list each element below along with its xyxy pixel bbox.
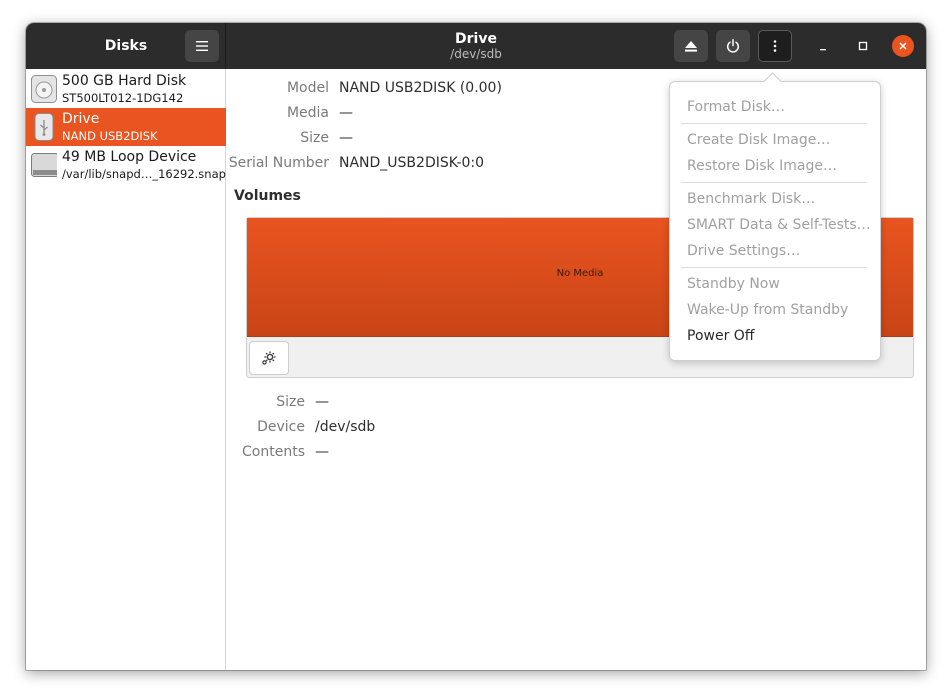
sidebar-item-hard-disk[interactable]: 500 GB Hard Disk ST500LT012-1DG142 — [26, 70, 226, 108]
volume-device-label: Device — [257, 419, 305, 435]
sidebar-item-name: Drive — [62, 111, 100, 127]
volumes-heading: Volumes — [234, 188, 301, 204]
drive-title-block: Drive /dev/sdb — [226, 31, 726, 62]
model-label: Model — [286, 80, 329, 96]
drive-subtitle: /dev/sdb — [450, 47, 502, 61]
vertical-dots-icon — [773, 40, 777, 52]
volume-contents-label: Contents — [242, 444, 305, 460]
power-icon — [726, 39, 740, 53]
close-button[interactable] — [892, 35, 914, 57]
menu-item-benchmark-disk[interactable]: Benchmark Disk… — [687, 191, 815, 207]
sidebar-item-drive[interactable]: Drive NAND USB2DISK — [26, 108, 226, 146]
volume-property-labels: Size Device Contents — [227, 379, 305, 460]
menu-separator — [681, 267, 867, 268]
menu-separator — [681, 123, 867, 124]
serial-number-label: Serial Number — [228, 155, 329, 171]
menu-item-wake-up[interactable]: Wake-Up from Standby — [687, 302, 848, 318]
sidebar-item-subtitle: NAND USB2DISK — [62, 129, 158, 143]
hamburger-icon — [196, 41, 208, 51]
drive-options-button[interactable] — [758, 30, 792, 62]
size-value: — — [339, 130, 353, 146]
volume-device-value: /dev/sdb — [315, 419, 376, 435]
drive-options-menu: Format Disk… Create Disk Image… Restore … — [669, 81, 881, 361]
eject-button[interactable] — [674, 30, 708, 62]
sidebar-item-name: 500 GB Hard Disk — [62, 73, 187, 89]
sidebar-item-loop-device[interactable]: 49 MB Loop Device /var/lib/snapd…_16292.… — [26, 146, 226, 184]
menu-item-smart-data[interactable]: SMART Data & Self-Tests… — [687, 217, 871, 233]
model-value: NAND USB2DISK (0.00) — [339, 80, 502, 96]
drive-title: Drive — [455, 31, 497, 47]
sidebar-item-subtitle: /var/lib/snapd…_16292.snap — [62, 167, 226, 181]
header-bar: Disks Drive /dev/sdb — [26, 23, 926, 69]
menu-item-create-disk-image[interactable]: Create Disk Image… — [687, 132, 830, 148]
maximize-icon — [858, 41, 868, 51]
gear-icon — [262, 351, 276, 365]
size-label: Size — [300, 130, 329, 146]
sidebar-header: Disks — [26, 23, 226, 69]
usb-drive-icon — [34, 113, 54, 141]
power-button[interactable] — [716, 30, 750, 62]
drive-property-labels: Model Media Size Serial Number — [227, 69, 329, 189]
hard-disk-icon — [31, 75, 57, 103]
menu-item-power-off[interactable]: Power Off — [687, 328, 754, 344]
volume-property-values: — /dev/sdb — — [315, 379, 515, 460]
menu-item-format-disk[interactable]: Format Disk… — [687, 99, 785, 115]
close-icon — [899, 42, 907, 50]
media-value: — — [339, 105, 353, 121]
volume-contents-value: — — [315, 444, 329, 460]
sidebar-item-subtitle: ST500LT012-1DG142 — [62, 91, 184, 105]
volume-options-button[interactable] — [249, 341, 289, 375]
menu-separator — [681, 182, 867, 183]
menu-item-restore-disk-image[interactable]: Restore Disk Image… — [687, 158, 837, 174]
media-label: Media — [286, 105, 329, 121]
minimize-button[interactable] — [812, 35, 834, 57]
maximize-button[interactable] — [852, 35, 874, 57]
menu-item-standby-now[interactable]: Standby Now — [687, 276, 780, 292]
disks-window: Disks Drive /dev/sdb 500 GB Hard Disk ST… — [26, 23, 926, 670]
volume-size-label: Size — [276, 394, 305, 410]
loop-device-icon — [31, 153, 57, 177]
volume-size-value: — — [315, 394, 329, 410]
minimize-icon — [820, 49, 826, 51]
main-menu-button[interactable] — [185, 30, 219, 62]
sidebar-item-name: 49 MB Loop Device — [62, 149, 197, 165]
menu-item-drive-settings[interactable]: Drive Settings… — [687, 243, 800, 259]
drive-property-values: NAND USB2DISK (0.00) — — NAND_USB2DISK-0… — [339, 69, 639, 189]
eject-icon — [685, 40, 697, 52]
device-sidebar: 500 GB Hard Disk ST500LT012-1DG142 Drive… — [26, 69, 226, 670]
serial-number-value: NAND_USB2DISK-0:0 — [339, 155, 485, 171]
